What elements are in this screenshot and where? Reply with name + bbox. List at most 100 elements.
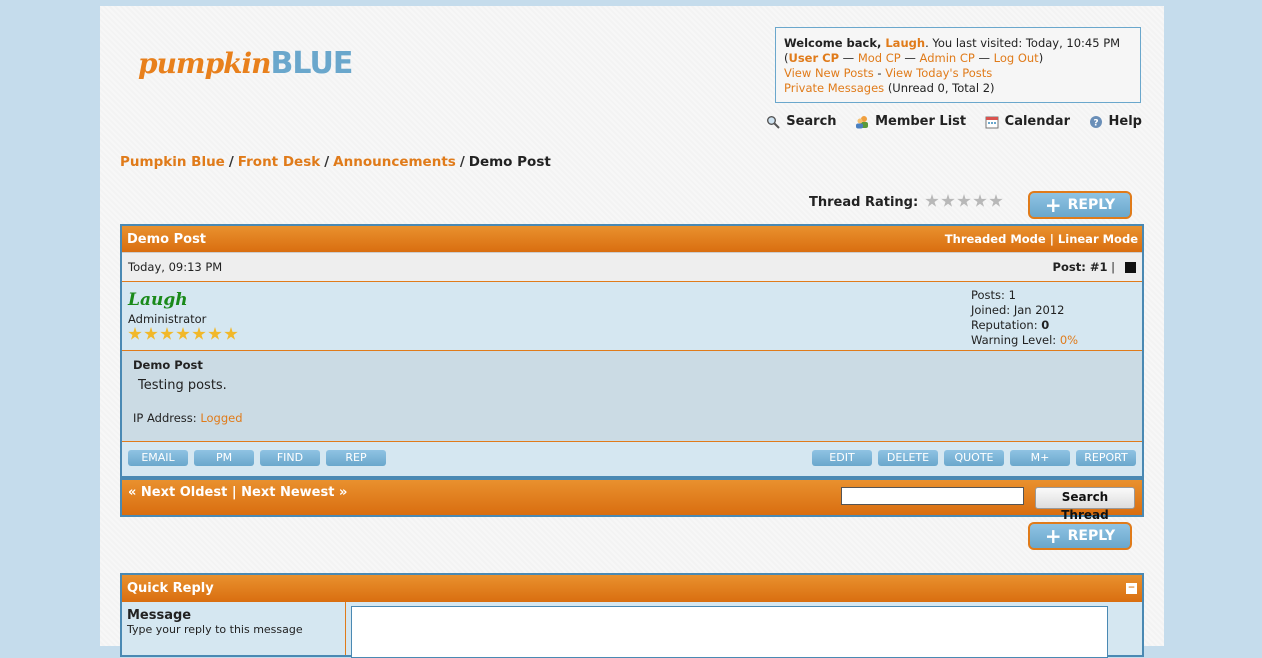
logo-text-blue: BLUE: [270, 46, 354, 81]
rating-star-icon[interactable]: [957, 194, 971, 207]
view-todays-posts-link[interactable]: View Today's Posts: [885, 66, 992, 80]
post-buttons: EMAIL PM FIND REP EDIT DELETE QUOTE M+ R…: [122, 442, 1142, 472]
members-icon: [856, 115, 869, 128]
site-logo[interactable]: pumpkinBLUE: [138, 46, 354, 81]
find-button[interactable]: FIND: [260, 450, 320, 466]
reply-label: REPLY: [1067, 197, 1116, 213]
help-icon: ?: [1089, 115, 1102, 128]
post-thread-title: Demo Post: [127, 231, 207, 247]
quick-reply-header: Quick Reply −: [122, 575, 1142, 602]
last-visited-text: . You last visited: Today, 10:45 PM: [925, 36, 1121, 50]
search-thread-button[interactable]: Search Thread: [1035, 487, 1135, 522]
post-header-bar: Demo Post Threaded Mode | Linear Mode: [122, 226, 1142, 252]
top-nav-links: Search Member List Calendar ? Help: [752, 114, 1142, 133]
rank-star-icon: [128, 327, 142, 340]
report-button[interactable]: REPORT: [1076, 450, 1136, 466]
rank-star-icon: [160, 327, 174, 340]
breadcrumb-forum-home[interactable]: Pumpkin Blue: [120, 154, 225, 170]
reputation-value[interactable]: 0: [1041, 318, 1049, 332]
rank-star-icon: [208, 327, 222, 340]
multiquote-button[interactable]: M+: [1010, 450, 1070, 466]
rating-star-icon[interactable]: [989, 194, 1003, 207]
logout-link[interactable]: Log Out: [994, 51, 1039, 65]
post-author-title: Administrator: [128, 312, 207, 326]
message-hint: Type your reply to this message: [127, 623, 303, 636]
calendar-link[interactable]: Calendar: [985, 114, 1070, 129]
collapse-icon[interactable]: −: [1126, 583, 1137, 594]
post-container: Demo Post Threaded Mode | Linear Mode To…: [120, 224, 1144, 478]
thread-nav-bar: « Next Oldest | Next Newest » Enter Keyw…: [120, 478, 1144, 522]
quick-reply-title: Quick Reply: [127, 581, 214, 596]
welcome-user-link[interactable]: Laugh: [885, 36, 925, 50]
help-label: Help: [1108, 114, 1142, 129]
plus-icon: +: [1044, 193, 1062, 217]
member-list-label: Member List: [875, 114, 967, 129]
view-new-posts-link[interactable]: View New Posts: [784, 66, 874, 80]
breadcrumb-current: Demo Post: [468, 154, 551, 170]
calendar-label: Calendar: [1004, 114, 1070, 129]
rating-star-icon[interactable]: [941, 194, 955, 207]
threaded-mode-link[interactable]: Threaded Mode: [945, 232, 1046, 246]
search-link-label: Search: [786, 114, 837, 129]
rank-star-icon: [224, 327, 238, 340]
post-select-checkbox[interactable]: [1125, 262, 1136, 273]
delete-button[interactable]: DELETE: [878, 450, 938, 466]
message-label: Message: [127, 608, 192, 623]
plus-icon: +: [1044, 524, 1062, 548]
warning-level-value[interactable]: 0%: [1060, 333, 1078, 347]
ip-address-label: IP Address:: [133, 411, 201, 425]
next-newest-link[interactable]: Next Newest »: [241, 485, 347, 500]
welcome-panel: Welcome back, Laugh. You last visited: T…: [775, 27, 1141, 103]
pm-button[interactable]: PM: [194, 450, 254, 466]
rep-button[interactable]: REP: [326, 450, 386, 466]
logo-text-pumpkin: pumpkin: [138, 47, 272, 80]
email-button[interactable]: EMAIL: [128, 450, 188, 466]
quick-reply-textarea[interactable]: [351, 606, 1108, 658]
thread-rating-label: Thread Rating:: [809, 195, 919, 210]
post-number[interactable]: Post: #1: [1053, 260, 1108, 274]
mod-cp-link[interactable]: Mod CP: [858, 51, 901, 65]
post-meta-bar: Today, 09:13 PM Post: #1 |: [122, 252, 1142, 282]
welcome-prefix: Welcome back,: [784, 36, 886, 50]
author-posts: Posts: 1: [971, 288, 1016, 302]
edit-button[interactable]: EDIT: [812, 450, 872, 466]
quote-button[interactable]: QUOTE: [944, 450, 1004, 466]
linear-mode-link[interactable]: Linear Mode: [1058, 232, 1138, 246]
post-message: Testing posts.: [138, 378, 227, 393]
post-body: Demo Post Testing posts. IP Address: Log…: [122, 351, 1142, 442]
author-stats: Posts: 1 Joined: Jan 2012 Reputation: 0 …: [971, 288, 1078, 348]
breadcrumb-announcements[interactable]: Announcements: [333, 154, 456, 170]
member-list-link[interactable]: Member List: [855, 114, 966, 129]
rating-star-icon[interactable]: [973, 194, 987, 207]
user-cp-link[interactable]: User CP: [789, 51, 840, 65]
rank-star-icon: [144, 327, 158, 340]
post-author-row: Laugh Administrator Posts: 1 Joined: Jan…: [122, 282, 1142, 351]
reply-button-bottom[interactable]: + REPLY: [1028, 522, 1132, 550]
pm-counts: (Unread 0, Total 2): [887, 81, 995, 95]
admin-cp-link[interactable]: Admin CP: [920, 51, 975, 65]
private-messages-link[interactable]: Private Messages: [784, 81, 884, 95]
rank-star-icon: [192, 327, 206, 340]
svg-text:?: ?: [1093, 118, 1098, 128]
ip-address-link[interactable]: Logged: [200, 411, 242, 425]
warning-level-label: Warning Level:: [971, 333, 1060, 347]
next-oldest-link[interactable]: « Next Oldest: [128, 485, 227, 500]
search-link[interactable]: Search: [766, 114, 837, 129]
author-joined: Joined: Jan 2012: [971, 303, 1065, 317]
reply-button-top[interactable]: + REPLY: [1028, 191, 1132, 219]
help-link[interactable]: ? Help: [1089, 114, 1142, 129]
quick-reply-panel: Quick Reply − Message Type your reply to…: [120, 573, 1144, 658]
rating-star-icon[interactable]: [925, 194, 939, 207]
reputation-label: Reputation:: [971, 318, 1042, 332]
breadcrumb-front-desk[interactable]: Front Desk: [238, 154, 320, 170]
search-thread-input[interactable]: Enter Keywords: [841, 487, 1024, 505]
post-author-name[interactable]: Laugh: [128, 290, 188, 310]
search-icon: [767, 115, 780, 129]
thread-rating-stars[interactable]: [925, 194, 1005, 211]
calendar-icon: [985, 116, 999, 128]
rank-star-icon: [176, 327, 190, 340]
post-title: Demo Post: [133, 358, 203, 372]
reply-label: REPLY: [1067, 528, 1116, 544]
page-container: pumpkinBLUE Welcome back, Laugh. You las…: [100, 6, 1164, 658]
breadcrumb: Pumpkin Blue / Front Desk / Announcements / De…: [120, 154, 551, 170]
